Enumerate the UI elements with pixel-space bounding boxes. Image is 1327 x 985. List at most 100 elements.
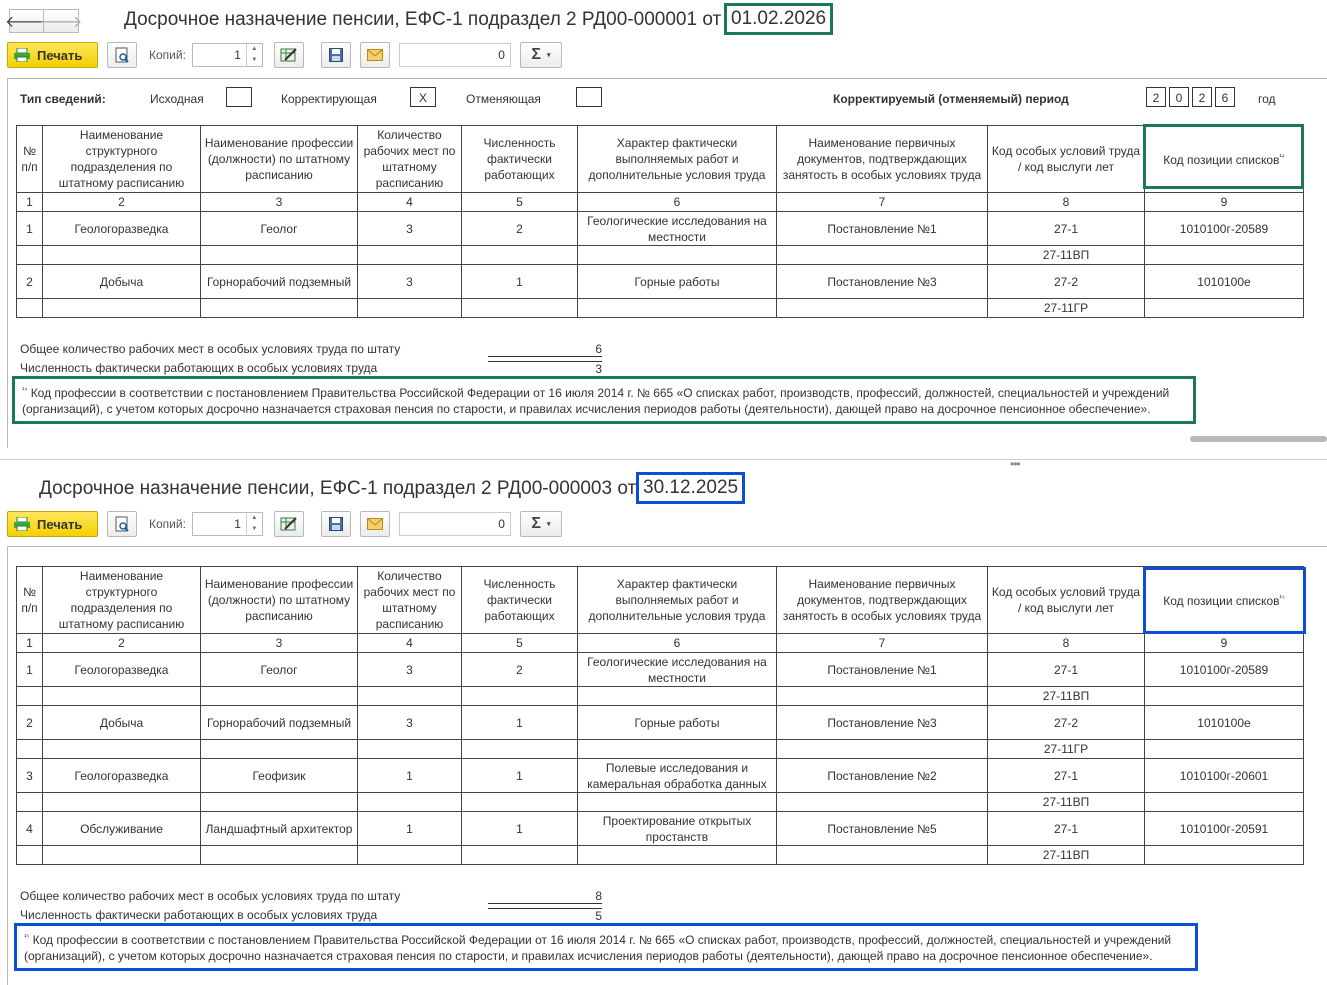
pane-splitter[interactable]: ••• [0, 457, 1327, 471]
column-number: 9 [1144, 192, 1304, 212]
column-number: 8 [987, 192, 1145, 212]
position-code-cell: 1010100г-20589 [1144, 211, 1304, 246]
chevron-down-icon: ▾ [546, 52, 551, 59]
print-label: Печать [37, 47, 83, 63]
documents-cell: Постановление №1 [776, 652, 988, 687]
column-number: 6 [577, 192, 777, 212]
workers-cell: 2 [461, 211, 578, 246]
print-button[interactable]: Печать [7, 511, 98, 537]
type-cancel-label: Отменяющая [466, 92, 541, 106]
sum-field[interactable]: 0 [398, 512, 511, 536]
condition-code-cell: 27-2 [987, 264, 1145, 299]
send-email-button[interactable] [359, 511, 390, 537]
toolbar: Печать Копий: 1 ▲ ▼ 0 Σ ▾ [7, 42, 562, 68]
stepper-up-icon[interactable]: ▲ [247, 513, 262, 524]
department-cell: Обслуживание [42, 811, 201, 846]
condition-code-cell: 27-1 [987, 652, 1145, 687]
print-button[interactable]: Печать [7, 42, 98, 68]
edit-icon [280, 517, 297, 531]
table-row: 4 Обслуживание Ландшафтный архитектор 1 1 Про… [16, 811, 1304, 846]
documents-cell: Постановление №5 [776, 811, 988, 846]
profession-cell: Геофизик [200, 758, 358, 793]
column-numbers-row: 123456789 [16, 192, 1304, 212]
type-corrective-checkbox[interactable]: X [410, 87, 436, 107]
documents-cell: Постановление №1 [776, 211, 988, 246]
total-workers-label: Численность фактически работающих в особ… [20, 908, 378, 922]
copies-stepper[interactable]: 1 ▲ ▼ [191, 512, 263, 536]
forward-button[interactable]: 🡒 [40, 9, 82, 33]
row-number: 1 [16, 652, 43, 687]
places-cell: 1 [357, 758, 462, 793]
work-cell: Геологические исследования на местности [577, 652, 777, 687]
work-cell: Полевые исследования и камеральная обраб… [577, 758, 777, 793]
table-subrow: 27-11ВП [16, 686, 1304, 706]
work-cell: Горные работы [577, 705, 777, 740]
toolbar: Печать Копий: 1 ▲ ▼ 0 Σ ▾ [7, 511, 562, 537]
places-cell: 3 [357, 211, 462, 246]
type-initial-label: Исходная [150, 92, 204, 106]
horizontal-scrollbar[interactable] [1190, 436, 1327, 442]
profession-cell: Ландшафтный архитектор [200, 811, 358, 846]
row-number: 3 [16, 758, 43, 793]
department-cell: Геологоразведка [42, 652, 201, 687]
column-number: 3 [200, 633, 358, 653]
workers-cell: 1 [461, 758, 578, 793]
service-code-cell: 27-11ВП [987, 686, 1145, 706]
column-number: 7 [776, 192, 988, 212]
total-workers-value: 5 [488, 908, 602, 923]
copies-stepper[interactable]: 1 ▲ ▼ [191, 43, 263, 67]
period-digit: 2 [1192, 87, 1212, 107]
profession-cell: Геолог [200, 211, 358, 246]
stepper-up-icon[interactable]: ▲ [247, 44, 262, 55]
position-code-cell: 1010100е [1144, 705, 1304, 740]
info-type-label: Тип сведений: [20, 92, 106, 106]
sum-menu-button[interactable]: Σ ▾ [519, 42, 562, 68]
send-email-button[interactable] [359, 42, 390, 68]
edit-button[interactable] [273, 511, 304, 537]
sum-menu-button[interactable]: Σ ▾ [519, 511, 562, 537]
position-code-cell: 1010100е [1144, 264, 1304, 299]
column-header: Численность фактически работающих [461, 566, 578, 634]
places-cell: 3 [357, 264, 462, 299]
splitter-handle-icon[interactable]: ••• [1010, 457, 1021, 471]
column-header: Код особых условий труда / код выслуги л… [987, 125, 1145, 193]
table-subrow: 27-11ВП [16, 245, 1304, 265]
service-code-cell: 27-11ВП [987, 245, 1145, 265]
totals: Общее количество рабочих мест в особых у… [20, 340, 620, 378]
column-number: 1 [16, 633, 43, 653]
save-button[interactable] [320, 511, 351, 537]
column-number: 2 [42, 192, 201, 212]
preview-button[interactable] [107, 42, 137, 68]
table-subrow: 27-11ВП [16, 845, 1304, 865]
preview-button[interactable] [107, 511, 137, 537]
sum-field[interactable]: 0 [398, 43, 511, 67]
type-cancel-checkbox[interactable] [576, 87, 602, 107]
total-places-value: 8 [488, 887, 602, 904]
positions-table: № п/п Наименование структурного подразде… [16, 125, 1304, 318]
stepper-down-icon[interactable]: ▼ [247, 55, 262, 66]
arrow-right-icon: 🡒 [39, 13, 83, 31]
table-subrow: 27-11ГР [16, 739, 1304, 759]
save-icon [328, 48, 343, 62]
column-header: Количество рабочих мест по штатному расп… [357, 566, 462, 634]
type-initial-checkbox[interactable] [226, 87, 252, 107]
position-code-cell: 1010100г-20591 [1144, 811, 1304, 846]
position-code-cell: 1010100г-20601 [1144, 758, 1304, 793]
column-number: 8 [987, 633, 1145, 653]
column-header: № п/п [16, 566, 43, 634]
table-row: 1 Геологоразведка Геолог 3 2 Геологические ис… [16, 211, 1304, 246]
preview-icon [115, 516, 129, 532]
save-button[interactable] [320, 42, 351, 68]
column-number: 6 [577, 633, 777, 653]
edit-button[interactable] [273, 42, 304, 68]
workers-cell: 1 [461, 705, 578, 740]
navigation-buttons: 🡐 🡒 [5, 9, 82, 33]
sigma-icon: Σ [531, 515, 541, 532]
stepper-down-icon[interactable]: ▼ [247, 524, 262, 535]
column-header: Наименование первичных документов, подтв… [776, 125, 988, 193]
sigma-icon: Σ [531, 46, 541, 63]
mail-icon [366, 49, 383, 61]
printer-icon [14, 47, 30, 63]
copies-label: Копий: [149, 48, 186, 62]
table-row: 2 Добыча Горнорабочий подземный 3 1 Горные ра… [16, 264, 1304, 299]
